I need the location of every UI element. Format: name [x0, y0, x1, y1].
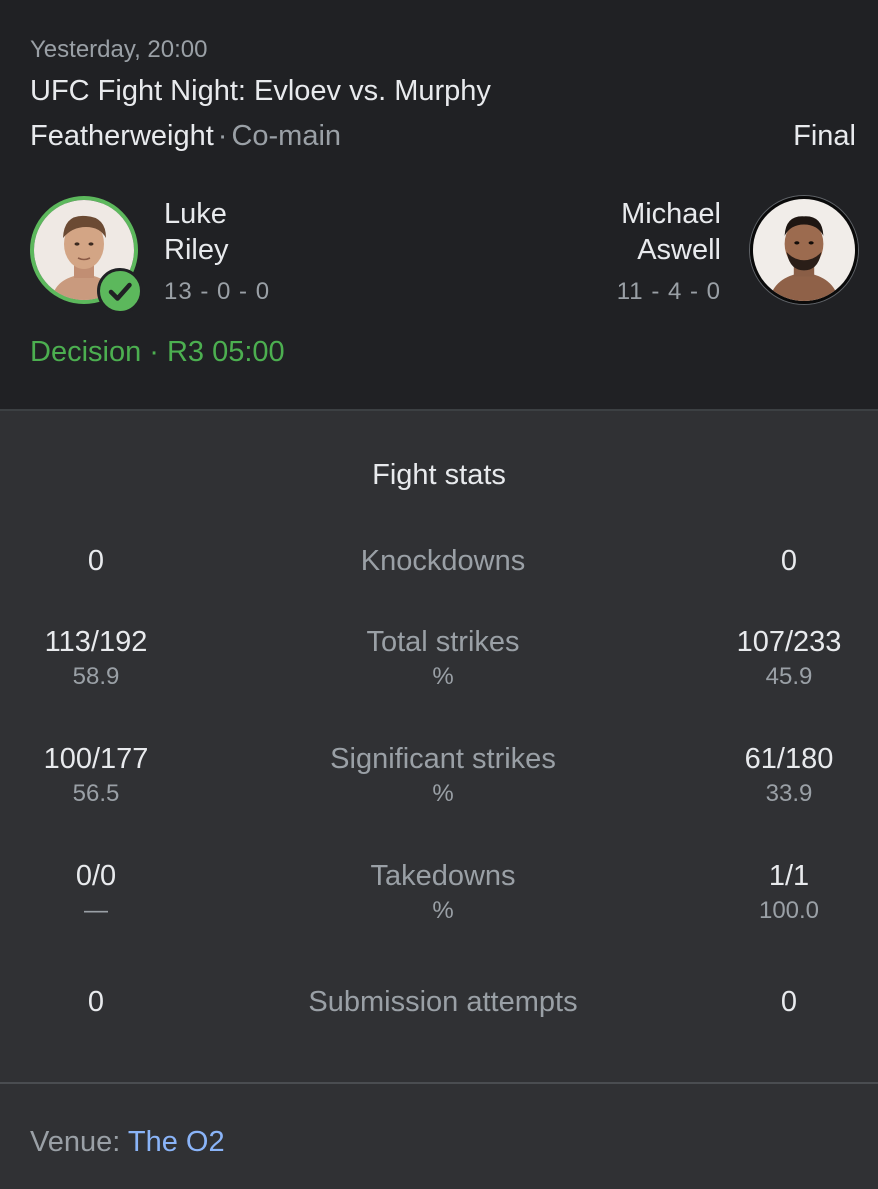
card-position: Co-main: [231, 120, 342, 152]
stat-left-value: 0: [87, 986, 105, 1018]
stat-right-percent: 33.9: [765, 780, 813, 807]
fighter-right-last-name: Aswell: [637, 234, 721, 266]
stat-right-percent: 45.9: [765, 663, 813, 690]
winner-check-icon: [97, 268, 143, 314]
fight-timestamp: Yesterday, 20:00: [30, 36, 208, 63]
fighter-left-first-name: Luke: [164, 198, 227, 230]
stat-left-value: 113/192: [44, 626, 148, 658]
stat-left-value: 100/177: [43, 743, 149, 775]
fighter-left-name[interactable]: Luke Riley: [164, 196, 228, 268]
fighter-right-avatar[interactable]: [750, 196, 858, 304]
stats-title: Fight stats: [372, 459, 506, 491]
stat-label: Submission attempts: [308, 986, 578, 1018]
stat-left-percent: 56.5: [72, 780, 120, 807]
venue-divider: [0, 1082, 878, 1084]
venue-label: Venue:: [30, 1126, 121, 1158]
stat-label: Takedowns: [370, 860, 516, 892]
stat-left-value: 0: [87, 545, 105, 577]
stat-sub-label: %: [432, 780, 454, 807]
stat-right-value: 61/180: [744, 743, 834, 775]
fighter-photo-icon: [753, 199, 855, 301]
fighter-right-record: 11 - 4 - 0: [616, 278, 721, 305]
weight-class-line: Featherweight · Co-main: [30, 120, 341, 153]
stat-left-percent: —: [84, 897, 108, 924]
event-title[interactable]: UFC Fight Night: Evloev vs. Murphy: [30, 75, 491, 108]
stat-left-percent: 58.9: [72, 663, 120, 690]
stat-right-value: 107/233: [736, 626, 842, 658]
fighter-right-first-name: Michael: [621, 198, 721, 230]
weight-class: Featherweight: [30, 120, 214, 152]
stat-right-value: 0: [780, 545, 798, 577]
stat-right-value: 1/1: [768, 860, 810, 892]
stat-left-value: 0/0: [75, 860, 117, 892]
stat-right-percent: 100.0: [758, 897, 820, 924]
fighter-left-record: 13 - 0 - 0: [164, 278, 271, 305]
stat-label: Total strikes: [366, 626, 520, 658]
stat-sub-label: %: [432, 663, 454, 690]
stat-sub-label: %: [432, 897, 454, 924]
venue-link[interactable]: The O2: [128, 1126, 225, 1158]
header-divider: [0, 409, 878, 411]
venue-line: Venue: The O2: [30, 1126, 225, 1159]
fight-result: Decision · R3 05:00: [30, 336, 285, 368]
stat-label: Knockdowns: [360, 545, 526, 577]
stat-right-value: 0: [780, 986, 798, 1018]
fighter-right-name[interactable]: Michael Aswell: [621, 196, 721, 268]
stat-label: Significant strikes: [330, 743, 556, 775]
separator-dot: ·: [217, 120, 228, 152]
fighter-left-last-name: Riley: [164, 234, 229, 266]
fight-status: Final: [793, 120, 856, 152]
